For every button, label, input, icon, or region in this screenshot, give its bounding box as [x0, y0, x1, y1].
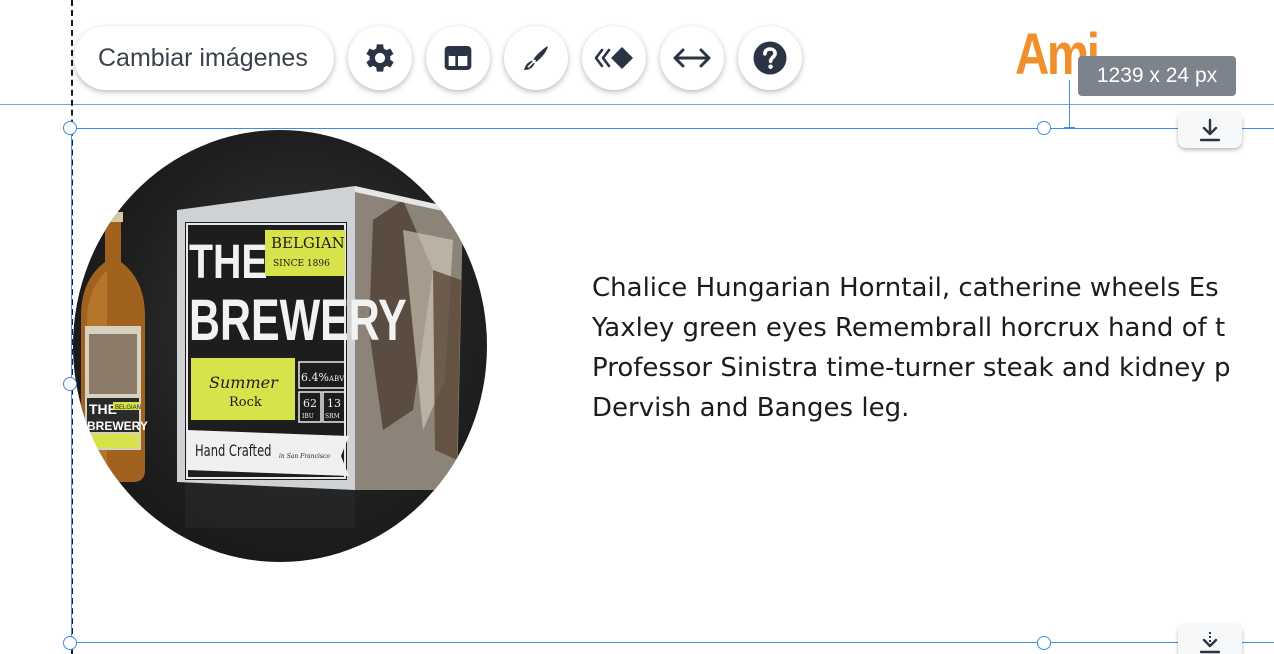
stretch-button[interactable]: [659, 26, 724, 90]
size-indicator-stem: [1069, 80, 1070, 128]
resize-handle-top-left[interactable]: [63, 121, 77, 135]
download-icon: [1199, 118, 1221, 142]
size-indicator-tick: [1064, 127, 1075, 128]
resize-handle-top[interactable]: [1037, 121, 1051, 135]
selection-frame: [71, 128, 1274, 643]
layout-icon: [444, 46, 472, 70]
editor-canvas: THE BREWERY BELGIAN THE BELGIAN SINCE 18…: [0, 0, 1274, 654]
animation-button[interactable]: [581, 26, 646, 90]
help-icon: [753, 41, 787, 75]
anchor-top-button[interactable]: [1178, 112, 1242, 148]
anchor-bottom-button[interactable]: [1178, 624, 1242, 654]
gear-icon: [366, 44, 394, 72]
element-toolbar: Cambiar imágenes: [74, 26, 816, 90]
resize-handle-bottom-left[interactable]: [63, 636, 77, 650]
resize-handle-left[interactable]: [63, 377, 77, 391]
layout-button[interactable]: [425, 26, 490, 90]
stretch-icon: [673, 48, 711, 68]
settings-button[interactable]: [347, 26, 412, 90]
design-button[interactable]: [503, 26, 568, 90]
brush-icon: [523, 46, 548, 70]
resize-handle-bottom[interactable]: [1037, 636, 1051, 650]
animation-icon: [594, 47, 633, 69]
help-button[interactable]: [737, 26, 802, 90]
change-images-button[interactable]: Cambiar imágenes: [74, 26, 334, 90]
horizontal-guide: [0, 104, 1274, 105]
size-tooltip: 1239 x 24 px: [1078, 56, 1236, 96]
anchor-down-icon: [1199, 632, 1221, 654]
